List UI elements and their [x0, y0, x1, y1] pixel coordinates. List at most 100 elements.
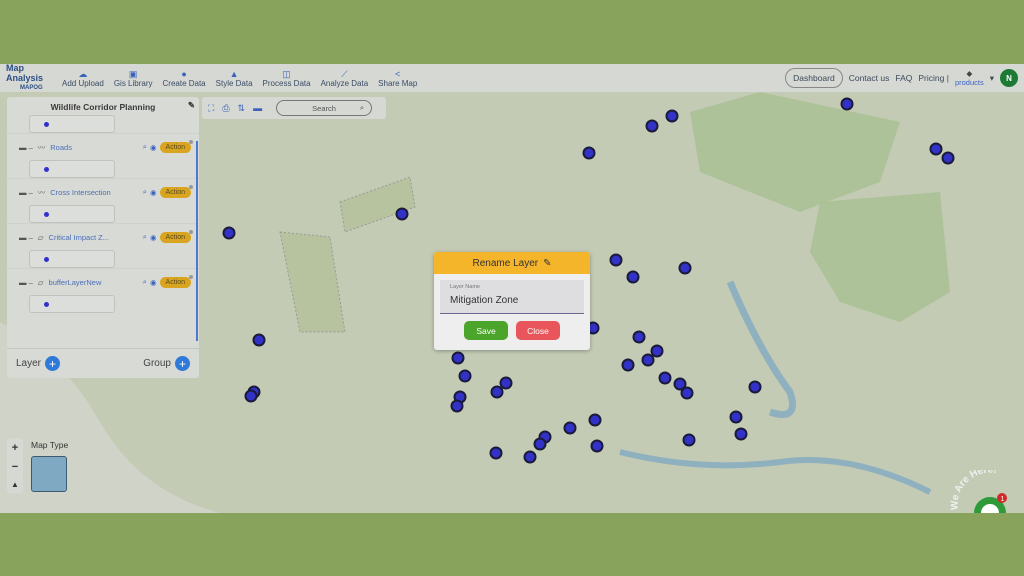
- buffer-point[interactable]: [450, 399, 464, 413]
- add-group-button[interactable]: Group +: [143, 356, 190, 371]
- caret-down-icon[interactable]: ▾: [990, 73, 994, 84]
- faq-link[interactable]: FAQ: [895, 73, 912, 83]
- north-arrow-icon[interactable]: ▲: [11, 480, 19, 489]
- drag-handle-icon[interactable]: ▬ –: [19, 188, 33, 197]
- layer-row[interactable]: ▬ – 〰 Roads ⌕ ◉ Action: [7, 133, 199, 160]
- buffer-point[interactable]: [244, 389, 258, 403]
- drag-handle-icon[interactable]: ▬ –: [19, 233, 33, 242]
- buffer-point[interactable]: [222, 226, 236, 240]
- layer-symbol[interactable]: [29, 205, 115, 223]
- fullscreen-icon[interactable]: ⛶: [208, 103, 214, 114]
- buffer-point[interactable]: [682, 433, 696, 447]
- scrollbar[interactable]: [196, 141, 198, 341]
- pricing-link[interactable]: Pricing |: [918, 73, 949, 83]
- buffer-point[interactable]: [533, 437, 547, 451]
- zoom-to-layer-icon[interactable]: ⌕: [143, 277, 147, 287]
- buffer-point[interactable]: [626, 270, 640, 284]
- buffer-point[interactable]: [650, 344, 664, 358]
- we-are-here-widget[interactable]: We Are Here! 1: [950, 470, 1024, 513]
- zoom-to-layer-icon[interactable]: ⌕: [143, 142, 147, 152]
- layer-name[interactable]: Roads: [50, 143, 143, 152]
- plus-icon: +: [175, 356, 190, 371]
- search-input[interactable]: Search ⌕: [276, 100, 373, 116]
- buffer-point[interactable]: [941, 151, 955, 165]
- buffer-point[interactable]: [734, 427, 748, 441]
- buffer-point[interactable]: [840, 97, 854, 111]
- buffer-point[interactable]: [451, 351, 465, 365]
- action-button[interactable]: Action: [159, 184, 194, 198]
- action-button[interactable]: Action: [159, 274, 194, 288]
- buffer-point[interactable]: [621, 358, 635, 372]
- analyze-icon: ⟋: [341, 68, 348, 79]
- buffer-point[interactable]: [658, 371, 672, 385]
- close-button[interactable]: Close: [516, 321, 560, 340]
- zoom-to-layer-icon[interactable]: ⌕: [143, 232, 147, 242]
- drag-handle-icon[interactable]: ▬ –: [19, 278, 33, 287]
- nav-create-data[interactable]: ● Create Data: [163, 69, 206, 88]
- map-type-label: Map Type: [31, 440, 69, 450]
- dashboard-button[interactable]: Dashboard: [785, 68, 843, 88]
- logo[interactable]: Map Analysis MAPOG: [0, 64, 62, 93]
- avatar[interactable]: N: [1000, 69, 1018, 87]
- buffer-point[interactable]: [645, 119, 659, 133]
- measure-icon[interactable]: ⇅: [238, 103, 246, 114]
- buffer-point[interactable]: [632, 330, 646, 344]
- buffer-point[interactable]: [490, 385, 504, 399]
- action-button[interactable]: Action: [159, 139, 194, 153]
- process-icon: ◫: [282, 68, 291, 79]
- zoom-out-button[interactable]: −: [12, 461, 18, 473]
- buffer-point[interactable]: [641, 353, 655, 367]
- eye-icon[interactable]: ◉: [150, 278, 157, 287]
- action-button[interactable]: Action: [159, 229, 194, 243]
- nav-analyze-data[interactable]: ⟋ Analyze Data: [321, 69, 369, 88]
- layer-symbol[interactable]: [29, 295, 115, 313]
- buffer-point[interactable]: [665, 109, 679, 123]
- layer-symbol[interactable]: [29, 250, 115, 268]
- nav-share-map[interactable]: < Share Map: [378, 69, 417, 88]
- save-button[interactable]: Save: [464, 321, 508, 340]
- buffer-point[interactable]: [729, 410, 743, 424]
- buffer-point[interactable]: [252, 333, 266, 347]
- buffer-point[interactable]: [680, 386, 694, 400]
- print-icon[interactable]: ⎙: [222, 103, 229, 114]
- buffer-point[interactable]: [523, 450, 537, 464]
- edit-pencil-icon[interactable]: ✎: [188, 100, 195, 111]
- zoom-to-layer-icon[interactable]: ⌕: [143, 187, 147, 197]
- layer-name-input[interactable]: [450, 295, 574, 306]
- dialog-title: Rename Layer: [472, 257, 539, 269]
- drag-handle-icon[interactable]: ▬ –: [19, 143, 33, 152]
- buffer-point[interactable]: [588, 413, 602, 427]
- buffer-point[interactable]: [582, 146, 596, 160]
- nav-gis-library[interactable]: ▣ Gis Library: [114, 69, 153, 88]
- layer-row[interactable]: ▬ – 〰 Cross Intersection ⌕ ◉ Action: [7, 178, 199, 205]
- buffer-point[interactable]: [929, 142, 943, 156]
- eye-icon[interactable]: ◉: [150, 233, 157, 242]
- nav-process-data[interactable]: ◫ Process Data: [263, 69, 311, 88]
- buffer-point[interactable]: [563, 421, 577, 435]
- layer-name[interactable]: bufferLayerNew: [49, 278, 143, 287]
- layer-row[interactable]: ▬ – ▱ Critical Impact Z... ⌕ ◉ Action: [7, 223, 199, 250]
- layer-name[interactable]: Critical Impact Z...: [49, 233, 143, 242]
- buffer-point[interactable]: [678, 261, 692, 275]
- nav-style-data[interactable]: ▲ Style Data: [216, 69, 253, 88]
- buffer-point[interactable]: [590, 439, 604, 453]
- buffer-point[interactable]: [395, 207, 409, 221]
- eye-icon[interactable]: ◉: [150, 188, 157, 197]
- buffer-point[interactable]: [489, 446, 503, 460]
- products-menu[interactable]: ◆ products: [955, 69, 984, 87]
- comment-icon[interactable]: ▬: [253, 103, 262, 113]
- nav-add-upload[interactable]: ☁ Add Upload: [62, 69, 104, 88]
- layer-symbol[interactable]: [29, 160, 115, 178]
- layer-symbol[interactable]: [29, 115, 115, 133]
- add-layer-button[interactable]: Layer +: [16, 356, 61, 371]
- contact-link[interactable]: Contact us: [849, 73, 890, 83]
- layer-name[interactable]: Cross Intersection: [50, 188, 143, 197]
- layer-row[interactable]: ▬ – ▱ bufferLayerNew ⌕ ◉ Action: [7, 268, 199, 295]
- zoom-in-button[interactable]: +: [12, 442, 18, 454]
- buffer-point[interactable]: [458, 369, 472, 383]
- buffer-point[interactable]: [499, 376, 513, 390]
- buffer-point[interactable]: [748, 380, 762, 394]
- eye-icon[interactable]: ◉: [150, 143, 157, 152]
- map-type-thumbnail[interactable]: [31, 456, 67, 492]
- buffer-point[interactable]: [609, 253, 623, 267]
